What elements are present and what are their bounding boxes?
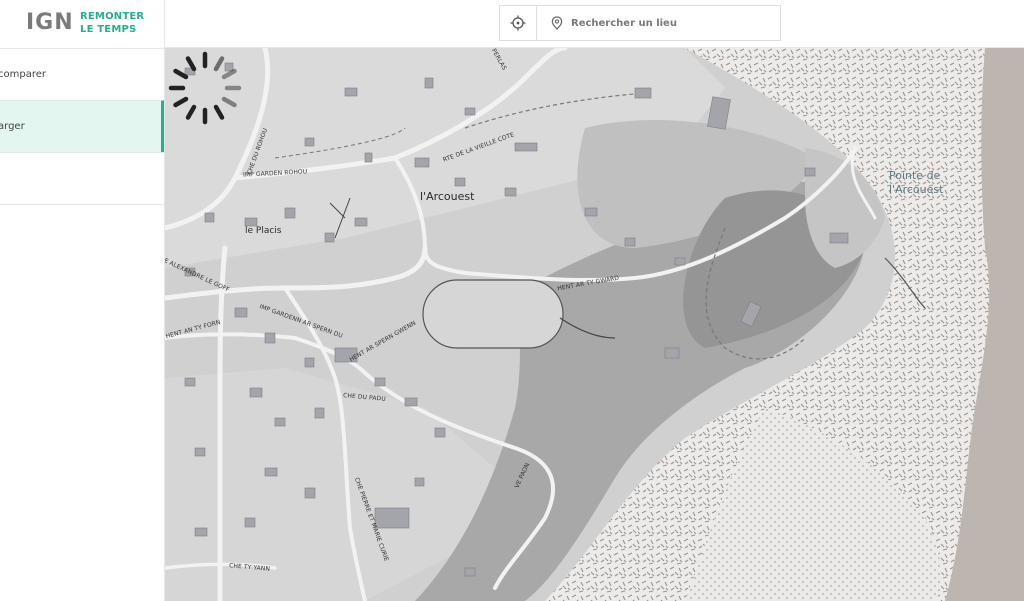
place-label-placis: le Placis xyxy=(245,226,282,236)
search-box xyxy=(499,5,781,41)
pointe-line-2: l'Arcouest xyxy=(889,183,944,196)
map-pin-icon xyxy=(551,16,563,30)
sidebar-item-empty[interactable] xyxy=(0,152,164,204)
sidebar-divider xyxy=(0,204,164,205)
locate-button[interactable] xyxy=(500,6,537,40)
place-label-arcouest: l'Arcouest xyxy=(420,190,475,203)
sidebar-item-label: comparer xyxy=(0,69,46,80)
tagline-line-1: REMONTER xyxy=(80,11,145,22)
crosshair-icon xyxy=(510,15,526,31)
sidebar-item-label: arger xyxy=(0,121,25,132)
sidebar-item-download[interactable]: arger xyxy=(0,100,164,152)
brand-logo[interactable]: IGN REMONTER LE TEMPS xyxy=(0,0,164,48)
sidebar: IGN REMONTER LE TEMPS comparer arger xyxy=(0,0,165,601)
search-field xyxy=(537,6,780,40)
sidebar-menu: comparer arger xyxy=(0,48,164,205)
top-bar xyxy=(165,0,1024,48)
place-label-pointe: Pointe de l'Arcouest xyxy=(889,169,959,197)
racetrack xyxy=(422,279,564,349)
sidebar-item-compare[interactable]: comparer xyxy=(0,48,164,100)
map-view[interactable]: l'Arcouest le Placis Pointe de l'Arcoues… xyxy=(165,48,1024,601)
pointe-line-1: Pointe de xyxy=(889,169,941,182)
brand-tagline: REMONTER LE TEMPS xyxy=(80,10,144,36)
ign-logo: IGN xyxy=(26,10,74,35)
tagline-line-2: LE TEMPS xyxy=(80,24,137,35)
search-input[interactable] xyxy=(571,17,771,29)
spinner-icon xyxy=(168,51,242,125)
map-canvas xyxy=(165,48,1024,601)
